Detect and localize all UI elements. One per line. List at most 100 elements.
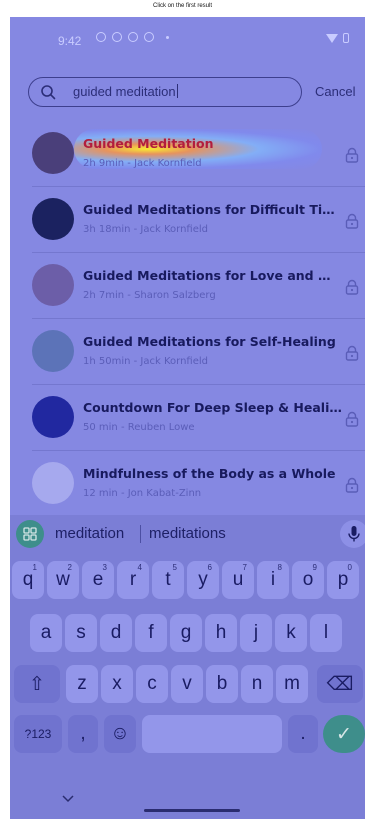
suggestion-strip: meditation meditations <box>10 515 365 553</box>
phone-screen: 9:42 guided meditation Cancel Guided Med… <box>10 17 365 819</box>
key-label: l <box>323 622 329 643</box>
key-label: o <box>302 569 314 590</box>
chevron-down-icon[interactable] <box>62 795 74 803</box>
key-number-hint: 5 <box>172 563 177 572</box>
key-c[interactable]: c <box>136 665 168 703</box>
result-thumbnail <box>32 132 74 174</box>
result-item[interactable]: Guided Meditations for Self-Healing 1h 5… <box>10 319 365 385</box>
key-label: p <box>337 569 349 590</box>
suggestion-2[interactable]: meditations <box>149 525 226 542</box>
on-screen-keyboard: meditation meditations q1w2e3r4t5y6u7i8o… <box>10 515 365 819</box>
key-label: ☺ <box>110 723 130 744</box>
key-b[interactable]: b <box>206 665 238 703</box>
lock-icon <box>345 147 359 163</box>
notification-icon <box>128 32 138 42</box>
more-notifications-icon <box>166 35 169 39</box>
key-label: , <box>80 723 86 744</box>
key-j[interactable]: j <box>240 614 272 652</box>
search-input[interactable]: guided meditation <box>28 77 302 107</box>
key-n[interactable]: n <box>241 665 273 703</box>
result-subtitle: 2h 7min - Sharon Salzberg <box>83 290 216 301</box>
keyboard-apps-icon[interactable] <box>16 520 44 548</box>
key-label: b <box>216 673 228 694</box>
notification-icon <box>144 32 154 42</box>
result-item[interactable]: Guided Meditations for Difficult Times 3… <box>10 187 365 253</box>
key-h[interactable]: h <box>205 614 237 652</box>
key-s[interactable]: s <box>65 614 97 652</box>
key-number-hint: 6 <box>207 563 212 572</box>
key-number-hint: 1 <box>32 563 37 572</box>
result-item[interactable]: Guided Meditations for Love and Wi... 2h… <box>10 253 365 319</box>
space-key[interactable] <box>142 715 282 753</box>
enter-key[interactable]: ✓ <box>323 715 365 753</box>
cancel-button[interactable]: Cancel <box>315 84 355 99</box>
shift-key[interactable]: ⇧ <box>14 665 60 703</box>
key-v[interactable]: v <box>171 665 203 703</box>
search-query-text: guided meditation <box>73 84 178 99</box>
key-number-hint: 2 <box>67 563 72 572</box>
emoji-key[interactable]: ☺ <box>104 715 136 753</box>
result-thumbnail <box>32 198 74 240</box>
key-t[interactable]: t5 <box>152 561 184 599</box>
key-i[interactable]: i8 <box>257 561 289 599</box>
key-g[interactable]: g <box>170 614 202 652</box>
key-k[interactable]: k <box>275 614 307 652</box>
key-a[interactable]: a <box>30 614 62 652</box>
key-label: c <box>147 673 157 694</box>
key-label: j <box>253 622 259 643</box>
key-number-hint: 0 <box>347 563 352 572</box>
key-o[interactable]: o9 <box>292 561 324 599</box>
comma-key[interactable]: , <box>68 715 98 753</box>
key-e[interactable]: e3 <box>82 561 114 599</box>
battery-icon <box>343 33 349 43</box>
status-time: 9:42 <box>58 34 82 48</box>
backspace-key[interactable]: ⌫ <box>317 665 363 703</box>
key-label: e <box>92 569 104 590</box>
key-r[interactable]: r4 <box>117 561 149 599</box>
result-subtitle: 50 min - Reuben Lowe <box>83 422 195 433</box>
key-q[interactable]: q1 <box>12 561 44 599</box>
key-d[interactable]: d <box>100 614 132 652</box>
key-label: ⇧ <box>29 673 45 695</box>
key-u[interactable]: u7 <box>222 561 254 599</box>
result-title: Guided Meditations for Difficult Times <box>83 202 343 217</box>
key-x[interactable]: x <box>101 665 133 703</box>
key-m[interactable]: m <box>276 665 308 703</box>
microphone-icon[interactable] <box>340 520 365 548</box>
notification-icon <box>112 32 122 42</box>
result-item[interactable]: Guided Meditation 2h 9min - Jack Kornfie… <box>10 121 365 187</box>
key-label: x <box>112 673 122 694</box>
home-indicator[interactable] <box>144 809 240 812</box>
key-y[interactable]: y6 <box>187 561 219 599</box>
key-label: n <box>251 673 263 694</box>
key-number-hint: 4 <box>137 563 142 572</box>
key-number-hint: 8 <box>277 563 282 572</box>
key-label: a <box>40 622 52 643</box>
period-key[interactable]: . <box>288 715 318 753</box>
key-p[interactable]: p0 <box>327 561 359 599</box>
result-item[interactable]: Mindfulness of the Body as a Whole 12 mi… <box>10 451 365 517</box>
key-label: . <box>300 723 306 744</box>
key-label: q <box>22 569 34 590</box>
result-subtitle: 1h 50min - Jack Kornfield <box>83 356 208 367</box>
notification-icon <box>96 32 106 42</box>
key-l[interactable]: l <box>310 614 342 652</box>
result-title: Mindfulness of the Body as a Whole <box>83 466 336 481</box>
status-bar: 9:42 <box>10 17 365 63</box>
result-title: Guided Meditation <box>83 136 214 151</box>
result-item[interactable]: Countdown For Deep Sleep & Healing 50 mi… <box>10 385 365 451</box>
key-label: y <box>198 569 208 590</box>
key-label: k <box>286 622 296 643</box>
key-label: v <box>182 673 192 694</box>
symbols-key[interactable]: ?123 <box>14 715 62 753</box>
key-label: z <box>77 673 87 694</box>
text-caret <box>176 84 178 98</box>
key-label: r <box>129 569 137 590</box>
key-z[interactable]: z <box>66 665 98 703</box>
lock-icon <box>345 213 359 229</box>
key-w[interactable]: w2 <box>47 561 79 599</box>
lock-icon <box>345 411 359 427</box>
suggestion-1[interactable]: meditation <box>55 525 124 542</box>
result-title: Countdown For Deep Sleep & Healing <box>83 400 343 415</box>
key-f[interactable]: f <box>135 614 167 652</box>
